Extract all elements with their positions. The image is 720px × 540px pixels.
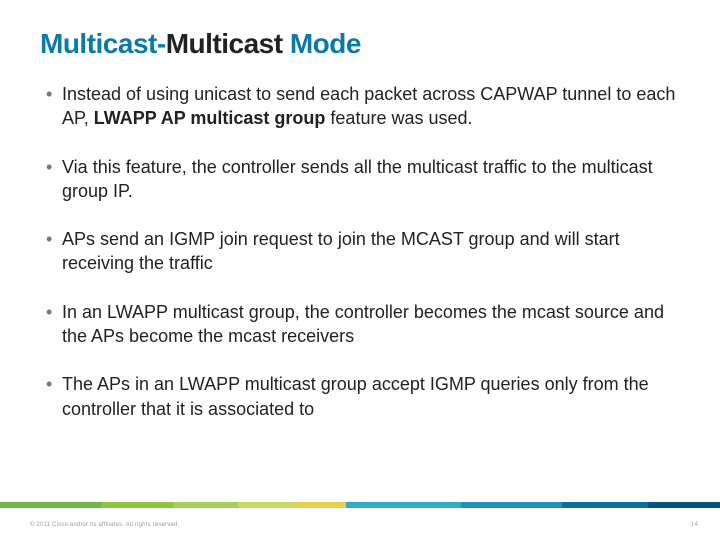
page-number: 14 <box>690 521 698 528</box>
bullet-bold: LWAPP AP multicast group <box>94 108 326 128</box>
bullet-text: In an LWAPP multicast group, the control… <box>62 302 664 346</box>
slide: Multicast-Multicast Mode Instead of usin… <box>0 0 720 540</box>
bullet-item: Instead of using unicast to send each pa… <box>40 82 680 131</box>
bar-segment <box>0 502 101 508</box>
bullet-item: The APs in an LWAPP multicast group acce… <box>40 372 680 421</box>
title-part1: Multicast- <box>40 28 166 59</box>
bullet-text: The APs in an LWAPP multicast group acce… <box>62 374 649 418</box>
bar-segment <box>648 502 720 508</box>
bar-segment <box>101 502 173 508</box>
bar-segment <box>461 502 562 508</box>
title-accent: Multicast <box>166 28 283 59</box>
bullet-text: Via this feature, the controller sends a… <box>62 157 653 201</box>
bullet-item: APs send an IGMP join request to join th… <box>40 227 680 276</box>
slide-title: Multicast-Multicast Mode <box>40 28 680 60</box>
bullet-item: Via this feature, the controller sends a… <box>40 155 680 204</box>
bullet-text: feature was used. <box>325 108 472 128</box>
title-part2: Mode <box>283 28 361 59</box>
bullet-text: APs send an IGMP join request to join th… <box>62 229 620 273</box>
bar-segment <box>295 502 345 508</box>
bar-segment <box>238 502 296 508</box>
accent-bar <box>0 502 720 508</box>
bar-segment <box>562 502 648 508</box>
bar-segment <box>173 502 238 508</box>
bullet-list: Instead of using unicast to send each pa… <box>40 82 680 421</box>
copyright-text: © 2011 Cisco and/or its affiliates. All … <box>30 522 179 528</box>
bar-segment <box>346 502 461 508</box>
bullet-item: In an LWAPP multicast group, the control… <box>40 300 680 349</box>
